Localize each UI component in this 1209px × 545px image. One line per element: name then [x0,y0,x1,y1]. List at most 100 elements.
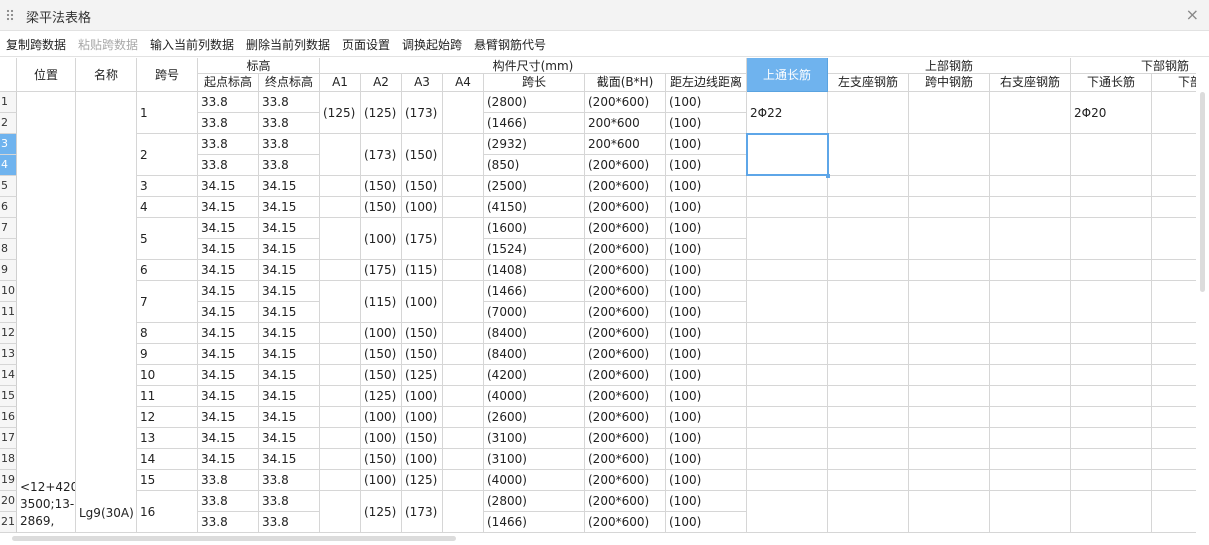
cell-rebar-ls-span-1[interactable] [828,92,909,134]
cell-edge-distance[interactable]: (100) [666,113,747,134]
cell-rebar-rs-span-12[interactable] [990,407,1071,428]
cell-rebar-bn-span-11[interactable] [1152,386,1196,407]
row-header-21[interactable]: 21 [0,512,17,533]
cell-rebar-tt-span-14[interactable] [747,449,828,470]
row-header-5[interactable]: 5 [0,176,17,197]
cell-span-span-15[interactable]: 15 [137,470,198,491]
cell-a4-span-15[interactable] [443,470,484,491]
cell-a1-span-4[interactable] [320,197,361,218]
cell-start-elevation[interactable]: 34.15 [198,176,259,197]
cell-a3-span-8[interactable]: (150) [402,323,443,344]
cell-rebar-bn-span-5[interactable] [1152,218,1196,260]
row-header-9[interactable]: 9 [0,260,17,281]
cell-edge-distance[interactable]: (100) [666,155,747,176]
cell-rebar-ms-span-1[interactable] [909,92,990,134]
cell-start-elevation[interactable]: 33.8 [198,470,259,491]
cell-a3-span-13[interactable]: (150) [402,428,443,449]
cell-edge-distance[interactable]: (100) [666,260,747,281]
cell-rebar-ls-span-6[interactable] [828,260,909,281]
cell-a2-span-5[interactable]: (100) [361,218,402,260]
cell-span-length[interactable]: (2500) [484,176,585,197]
toolbar-button-5[interactable]: 页面设置 [342,36,390,53]
cell-rebar-bn-span-1[interactable] [1152,92,1196,134]
row-header-16[interactable]: 16 [0,407,17,428]
cell-edge-distance[interactable]: (100) [666,449,747,470]
cell-rebar-rs-span-10[interactable] [990,365,1071,386]
cell-rebar-ls-span-3[interactable] [828,176,909,197]
cell-span-length[interactable]: (1524) [484,239,585,260]
cell-a2-span-13[interactable]: (100) [361,428,402,449]
cell-a4-span-10[interactable] [443,365,484,386]
cell-section[interactable]: (200*600) [585,197,666,218]
cell-start-elevation[interactable]: 34.15 [198,281,259,302]
cell-end-elevation[interactable]: 33.8 [259,134,320,155]
cell-a4-span-9[interactable] [443,344,484,365]
cell-section[interactable]: (200*600) [585,260,666,281]
cell-rebar-rs-span-7[interactable] [990,281,1071,323]
cell-a4-span-7[interactable] [443,281,484,323]
cell-span-span-1[interactable]: 1 [137,92,198,134]
cell-end-elevation[interactable]: 34.15 [259,386,320,407]
cell-rebar-bn-span-8[interactable] [1152,323,1196,344]
cell-edge-distance[interactable]: (100) [666,323,747,344]
cell-span-span-14[interactable]: 14 [137,449,198,470]
cell-start-elevation[interactable]: 33.8 [198,113,259,134]
cell-span-length[interactable]: (850) [484,155,585,176]
cell-rebar-bn-span-7[interactable] [1152,281,1196,323]
cell-a1-span-3[interactable] [320,176,361,197]
cell-a1-span-5[interactable] [320,218,361,260]
row-header-17[interactable]: 17 [0,428,17,449]
row-header-8[interactable]: 8 [0,239,17,260]
cell-rebar-ls-span-11[interactable] [828,386,909,407]
cell-span-span-2[interactable]: 2 [137,134,198,176]
fill-handle[interactable] [826,174,830,178]
cell-a2-span-1[interactable]: (125) [361,92,402,134]
cell-rebar-tt-span-16[interactable] [747,491,828,533]
cell-a1-span-2[interactable] [320,134,361,176]
cell-a3-span-2[interactable]: (150) [402,134,443,176]
cell-a1-span-15[interactable] [320,470,361,491]
cell-rebar-bt-span-9[interactable] [1071,344,1152,365]
cell-section[interactable]: (200*600) [585,428,666,449]
cell-span-length[interactable]: (3100) [484,428,585,449]
cell-span-span-6[interactable]: 6 [137,260,198,281]
cell-rebar-bn-span-14[interactable] [1152,449,1196,470]
cell-span-span-4[interactable]: 4 [137,197,198,218]
cell-span-span-12[interactable]: 12 [137,407,198,428]
cell-a3-span-7[interactable]: (100) [402,281,443,323]
cell-a4-span-14[interactable] [443,449,484,470]
cell-end-elevation[interactable]: 33.8 [259,113,320,134]
cell-rebar-tt-span-1[interactable]: 2Φ22 [747,92,828,134]
cell-rebar-bn-span-12[interactable] [1152,407,1196,428]
cell-end-elevation[interactable]: 34.15 [259,323,320,344]
cell-rebar-bn-span-2[interactable] [1152,134,1196,176]
cell-rebar-ls-span-15[interactable] [828,470,909,491]
cell-rebar-tt-span-4[interactable] [747,197,828,218]
cell-rebar-rs-span-1[interactable] [990,92,1071,134]
cell-span-span-11[interactable]: 11 [137,386,198,407]
cell-rebar-bt-span-14[interactable] [1071,449,1152,470]
cell-rebar-ls-span-12[interactable] [828,407,909,428]
cell-rebar-bn-span-6[interactable] [1152,260,1196,281]
cell-rebar-ms-span-8[interactable] [909,323,990,344]
cell-a1-span-1[interactable]: (125) [320,92,361,134]
cell-rebar-tt-span-5[interactable] [747,218,828,260]
cell-end-elevation[interactable]: 34.15 [259,218,320,239]
cell-rebar-ms-span-9[interactable] [909,344,990,365]
row-header-10[interactable]: 10 [0,281,17,302]
cell-rebar-ms-span-4[interactable] [909,197,990,218]
cell-start-elevation[interactable]: 34.15 [198,218,259,239]
cell-rebar-tt-span-6[interactable] [747,260,828,281]
cell-span-length[interactable]: (1466) [484,281,585,302]
cell-end-elevation[interactable]: 33.8 [259,155,320,176]
cell-rebar-rs-span-16[interactable] [990,491,1071,533]
cell-edge-distance[interactable]: (100) [666,302,747,323]
row-header-7[interactable]: 7 [0,218,17,239]
cell-a4-span-8[interactable] [443,323,484,344]
cell-a4-span-6[interactable] [443,260,484,281]
row-header-2[interactable]: 2 [0,113,17,134]
row-header-20[interactable]: 20 [0,491,17,512]
toolbar-button-7[interactable]: 悬臂钢筋代号 [474,36,546,53]
cell-end-elevation[interactable]: 33.8 [259,491,320,512]
cell-a2-span-2[interactable]: (173) [361,134,402,176]
